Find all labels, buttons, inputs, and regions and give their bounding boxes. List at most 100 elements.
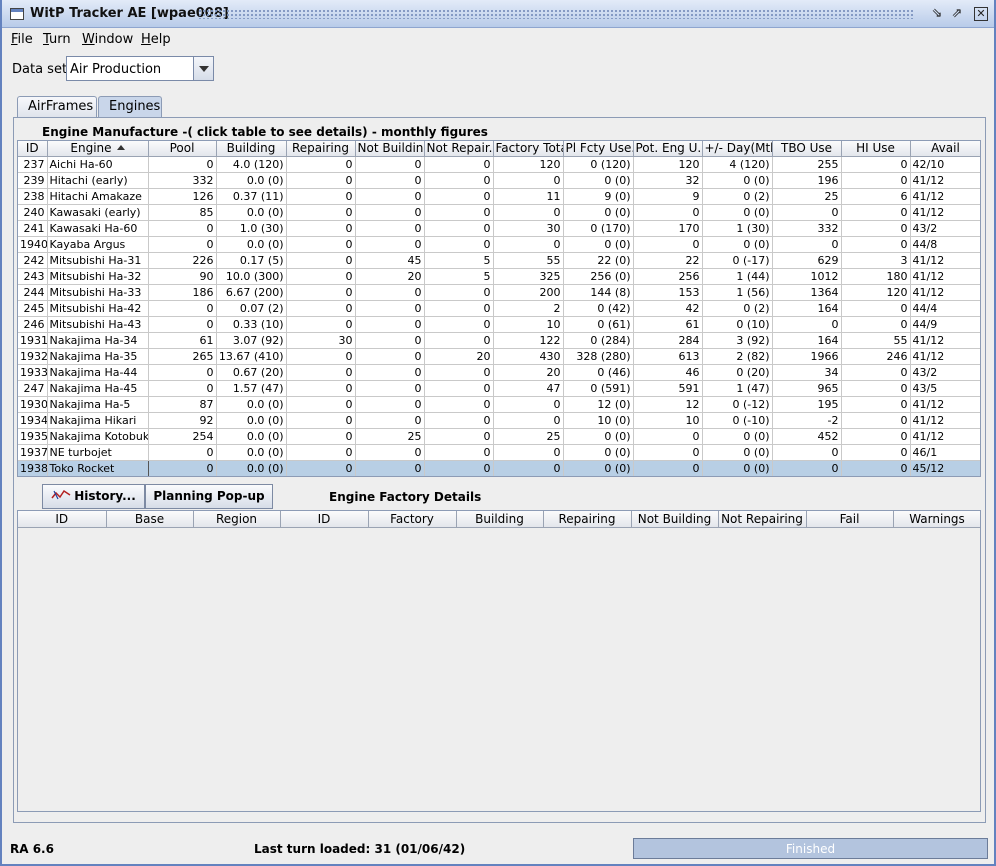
close-icon[interactable]: ✕ bbox=[974, 7, 988, 21]
column-header-repairing[interactable]: Repairing bbox=[286, 141, 356, 157]
table-row[interactable]: 1937 NE turbojet 0 0.0 (0) 0 0 0 0 0 (0) 0 0 (0) 0 0… bbox=[18, 444, 980, 461]
table-row[interactable]: 1930 Nakajima Ha-5 87 0.0 (0) 0 0 0 0 12 (0) 12 0 … bbox=[18, 396, 980, 413]
table-cell: 0 bbox=[355, 172, 425, 189]
table-cell: 613 bbox=[633, 348, 703, 365]
table-cell: 0 bbox=[493, 412, 564, 429]
table-cell: 0.37 (11) bbox=[216, 188, 287, 205]
table-cell: 0 bbox=[841, 380, 911, 397]
table-cell: 87 bbox=[148, 396, 217, 413]
tab-engines[interactable]: Engines bbox=[98, 96, 162, 117]
table-row[interactable]: 239 Hitachi (early) 332 0.0 (0) 0 0 0 0 0 (0) 32 0… bbox=[18, 172, 980, 189]
planning-popup-button[interactable]: Planning Pop-up bbox=[145, 484, 273, 509]
table-cell: Nakajima Hikari bbox=[47, 412, 149, 429]
factory-column-header[interactable]: ID bbox=[18, 511, 107, 528]
factory-column-header[interactable]: Fail bbox=[806, 511, 894, 528]
table-cell: 0 bbox=[148, 300, 217, 317]
column-header-not-building[interactable]: Not Building bbox=[355, 141, 425, 157]
table-cell: 0.0 (0) bbox=[216, 204, 287, 221]
table-row[interactable]: 1933 Nakajima Ha-44 0 0.67 (20) 0 0 0 20 0 (46) 4… bbox=[18, 364, 980, 381]
factory-column-header[interactable]: ID bbox=[280, 511, 369, 528]
table-row[interactable]: 246 Mitsubishi Ha-43 0 0.33 (10) 0 0 0 10 0 (61)… bbox=[18, 316, 980, 333]
table-row[interactable]: 243 Mitsubishi Ha-32 90 10.0 (300) 0 20 5 325 25… bbox=[18, 268, 980, 285]
table-row[interactable]: 1940 Kayaba Argus 0 0.0 (0) 0 0 0 0 0 (0) 0 0 (0) 0… bbox=[18, 236, 980, 253]
table-cell: 0 (10) bbox=[702, 316, 773, 333]
table-row[interactable]: 247 Nakajima Ha-45 0 1.57 (47) 0 0 0 47 0 (591) 5… bbox=[18, 380, 980, 397]
column-header-building[interactable]: Building bbox=[216, 141, 287, 157]
table-cell: Nakajima Ha-34 bbox=[47, 332, 149, 349]
factory-column-header[interactable]: Not Building bbox=[631, 511, 719, 528]
table-row[interactable]: 238 Hitachi Amakaze 126 0.37 (11) 0 0 0 11 9 (0)… bbox=[18, 188, 980, 205]
table-cell: 120 bbox=[841, 284, 911, 301]
table-row[interactable]: 244 Mitsubishi Ha-33 186 6.67 (200) 0 0 0 200 14… bbox=[18, 284, 980, 301]
tab-airframes[interactable]: AirFrames bbox=[17, 96, 97, 117]
column-header-avail[interactable]: Avail bbox=[910, 141, 980, 157]
menu-window[interactable]: Window bbox=[82, 32, 133, 47]
table-cell: 0 bbox=[424, 204, 494, 221]
column-header-pot-eng-u[interactable]: Pot. Eng U... bbox=[633, 141, 703, 157]
table-cell: 243 bbox=[18, 268, 48, 285]
factory-column-header[interactable]: Warnings bbox=[893, 511, 980, 528]
table-cell: 46 bbox=[633, 364, 703, 381]
table-cell: 0 bbox=[424, 172, 494, 189]
table-cell: Hitachi Amakaze bbox=[47, 188, 149, 205]
table-row[interactable]: 1935 Nakajima Kotobuki 254 0.0 (0) 0 25 0 25 0 (… bbox=[18, 428, 980, 445]
column-header-engine[interactable]: Engine bbox=[47, 141, 149, 157]
table-cell: 255 bbox=[772, 156, 842, 173]
table-row[interactable]: 1934 Nakajima Hikari 92 0.0 (0) 0 0 0 0 10 (0) 10… bbox=[18, 412, 980, 429]
table-row[interactable]: 237 Aichi Ha-60 0 4.0 (120) 0 0 0 120 0 (120) 120… bbox=[18, 156, 980, 173]
table-cell: 0 (284) bbox=[563, 332, 634, 349]
table-cell: 0 bbox=[286, 300, 356, 317]
column-header-factory-total[interactable]: Factory Total bbox=[493, 141, 564, 157]
dropdown-arrow-icon[interactable] bbox=[193, 57, 213, 80]
table-cell: 328 (280) bbox=[563, 348, 634, 365]
factory-column-header[interactable]: Repairing bbox=[543, 511, 632, 528]
column-header-id[interactable]: ID bbox=[18, 141, 48, 157]
factory-column-header[interactable]: Not Repairing bbox=[718, 511, 807, 528]
table-cell: 44/4 bbox=[910, 300, 980, 317]
column-header-day-mth[interactable]: +/- Day(Mth) bbox=[702, 141, 773, 157]
table-cell: 0.07 (2) bbox=[216, 300, 287, 317]
engine-table[interactable]: ID Engine Pool Building Repairing Not Buildin… bbox=[17, 140, 981, 477]
title-bar[interactable]: WitP Tracker AE [wpae008] ⇘ ⇗ ✕ bbox=[2, 0, 994, 28]
column-header-tbo-use[interactable]: TBO Use bbox=[772, 141, 842, 157]
table-cell: 3.07 (92) bbox=[216, 332, 287, 349]
table-row[interactable]: 245 Mitsubishi Ha-42 0 0.07 (2) 0 0 0 2 0 (42) 42… bbox=[18, 300, 980, 317]
table-cell: 0 bbox=[841, 396, 911, 413]
table-cell: 0 bbox=[355, 204, 425, 221]
menu-file[interactable]: File bbox=[11, 32, 33, 47]
table-cell: 1.57 (47) bbox=[216, 380, 287, 397]
table-cell: 41/12 bbox=[910, 252, 980, 269]
table-row[interactable]: 242 Mitsubishi Ha-31 226 0.17 (5) 0 45 5 55 22 (… bbox=[18, 252, 980, 269]
table-cell: 0 (0) bbox=[563, 172, 634, 189]
maximize-icon[interactable]: ⇗ bbox=[950, 7, 964, 21]
table-cell: 0 bbox=[148, 220, 217, 237]
table-cell: 44/9 bbox=[910, 316, 980, 333]
column-header-not-repair[interactable]: Not Repair... bbox=[424, 141, 494, 157]
factory-details-table[interactable]: ID Base Region ID Factory Building Repairing No… bbox=[17, 510, 981, 812]
factory-column-header[interactable]: Building bbox=[456, 511, 544, 528]
table-row[interactable]: 241 Kawasaki Ha-60 0 1.0 (30) 0 0 0 30 0 (170) 17… bbox=[18, 220, 980, 237]
table-cell: 0 bbox=[633, 460, 703, 476]
factory-column-header[interactable]: Base bbox=[106, 511, 194, 528]
table-row[interactable]: 1932 Nakajima Ha-35 265 13.67 (410) 0 0 20 430 3… bbox=[18, 348, 980, 365]
factory-column-header[interactable]: Factory bbox=[368, 511, 457, 528]
table-row[interactable]: 240 Kawasaki (early) 85 0.0 (0) 0 0 0 0 0 (0) 0 0 … bbox=[18, 204, 980, 221]
minimize-icon[interactable]: ⇘ bbox=[930, 7, 944, 21]
title-grip bbox=[198, 9, 914, 19]
table-cell: 0 bbox=[286, 268, 356, 285]
dataset-select[interactable]: Air Production bbox=[66, 56, 214, 81]
table-row[interactable]: 1931 Nakajima Ha-34 61 3.07 (92) 30 0 0 122 0 (2… bbox=[18, 332, 980, 349]
table-cell: 0 (-12) bbox=[702, 396, 773, 413]
factory-column-header[interactable]: Region bbox=[193, 511, 281, 528]
table-row[interactable]: 1938 Toko Rocket 0 0.0 (0) 0 0 0 0 0 (0) 0 0 (0) 0 0… bbox=[18, 459, 980, 476]
menu-help[interactable]: Help bbox=[141, 32, 171, 47]
menu-turn[interactable]: Turn bbox=[43, 32, 71, 47]
column-header-hi-use[interactable]: HI Use bbox=[841, 141, 911, 157]
history-button[interactable]: History... bbox=[42, 484, 145, 509]
table-cell: 0 bbox=[286, 444, 356, 461]
table-cell: 246 bbox=[18, 316, 48, 333]
column-header-pool[interactable]: Pool bbox=[148, 141, 217, 157]
table-cell: Hitachi (early) bbox=[47, 172, 149, 189]
table-cell: 0.0 (0) bbox=[216, 460, 287, 476]
column-header-pl-fcty-use[interactable]: Pl Fcty Use... bbox=[563, 141, 634, 157]
